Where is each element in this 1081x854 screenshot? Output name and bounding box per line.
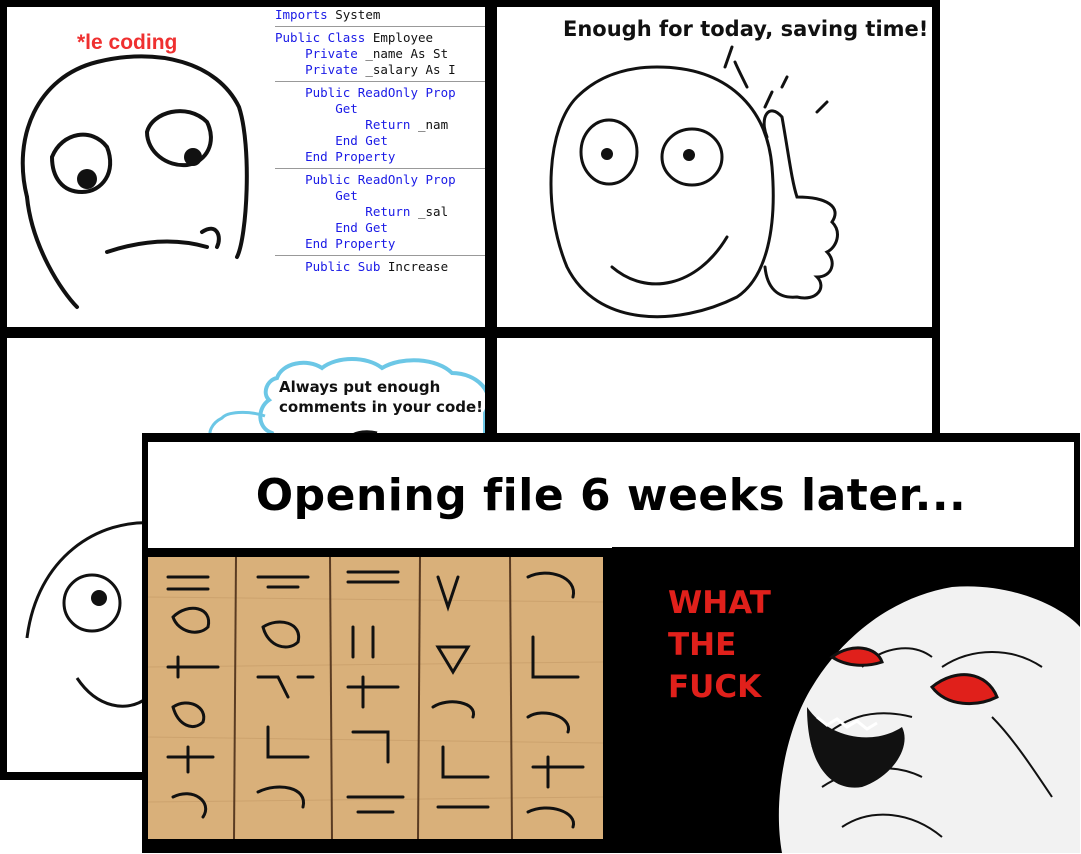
exclaim-word: FUCK — [668, 669, 762, 705]
code-line: Public Class Employee — [275, 30, 485, 46]
caption-le-coding: *le coding — [77, 31, 178, 54]
code-line: Return _sal — [275, 204, 485, 220]
code-text: Increase — [380, 259, 449, 274]
code-text: _salary As I — [357, 62, 456, 77]
code-keyword: End Property — [275, 236, 396, 251]
code-keyword: Public Sub — [275, 259, 381, 274]
code-line: Public Sub Increase — [275, 259, 485, 275]
code-line: Private _name As St — [275, 46, 485, 62]
code-text: _nam — [410, 117, 449, 132]
rage-face-coding — [20, 54, 249, 309]
rage-face-panel: WHAT THE FUCK — [612, 547, 1080, 853]
code-keyword: Public ReadOnly Prop — [275, 172, 456, 187]
exclaim-word: WHAT — [668, 585, 771, 621]
rage-face-thumbs-up — [549, 45, 839, 319]
code-keyword: Public Class — [275, 30, 366, 45]
thought-cloud-text: Always put enough comments in your code! — [279, 378, 484, 416]
code-line: End Property — [275, 236, 485, 252]
hieroglyph-papyrus — [148, 557, 603, 839]
code-line: Public ReadOnly Prop — [275, 85, 485, 101]
code-separator — [275, 168, 485, 169]
code-separator — [275, 26, 485, 27]
code-separator — [275, 81, 485, 82]
exclaim-word: THE — [668, 627, 737, 663]
title-text: Opening file 6 weeks later... — [255, 469, 967, 521]
code-line: Get — [275, 188, 485, 204]
code-text: Employee — [365, 30, 434, 45]
code-line: Public ReadOnly Prop — [275, 172, 485, 188]
title-banner: Opening file 6 weeks later... — [148, 442, 1074, 548]
code-keyword: End Property — [275, 149, 396, 164]
code-keyword: Public ReadOnly Prop — [275, 85, 456, 100]
code-keyword: End Get — [275, 220, 388, 235]
code-keyword: End Get — [275, 133, 388, 148]
code-editor-snippet: Imports System Public Class Employee Priv… — [275, 7, 485, 327]
panel-coding: *le coding Imports System Public Class Em… — [7, 7, 485, 327]
code-separator — [275, 255, 485, 256]
code-keyword: Return — [275, 204, 411, 219]
code-keyword: Private — [275, 62, 358, 77]
front-overlay-panel: Opening file 6 weeks later... WHAT THE F… — [142, 433, 1080, 853]
code-line: Private _salary As I — [275, 62, 485, 78]
code-line: Get — [275, 101, 485, 117]
code-text: System — [327, 7, 381, 22]
code-line: Imports System — [275, 7, 485, 23]
code-keyword: Imports — [275, 7, 328, 22]
code-line: End Get — [275, 220, 485, 236]
panel-saving: Enough for today, saving time! — [497, 7, 932, 327]
code-keyword: Get — [275, 101, 358, 116]
code-line: End Property — [275, 149, 485, 165]
code-text: _sal — [410, 204, 449, 219]
code-keyword: Private — [275, 46, 358, 61]
code-line: End Get — [275, 133, 485, 149]
exclamation-text: WHAT THE FUCK — [668, 582, 771, 708]
code-keyword: Return — [275, 117, 411, 132]
code-text: _name As St — [357, 46, 449, 61]
code-line: Return _nam — [275, 117, 485, 133]
code-keyword: Get — [275, 188, 358, 203]
hieroglyphs-image — [148, 557, 603, 839]
